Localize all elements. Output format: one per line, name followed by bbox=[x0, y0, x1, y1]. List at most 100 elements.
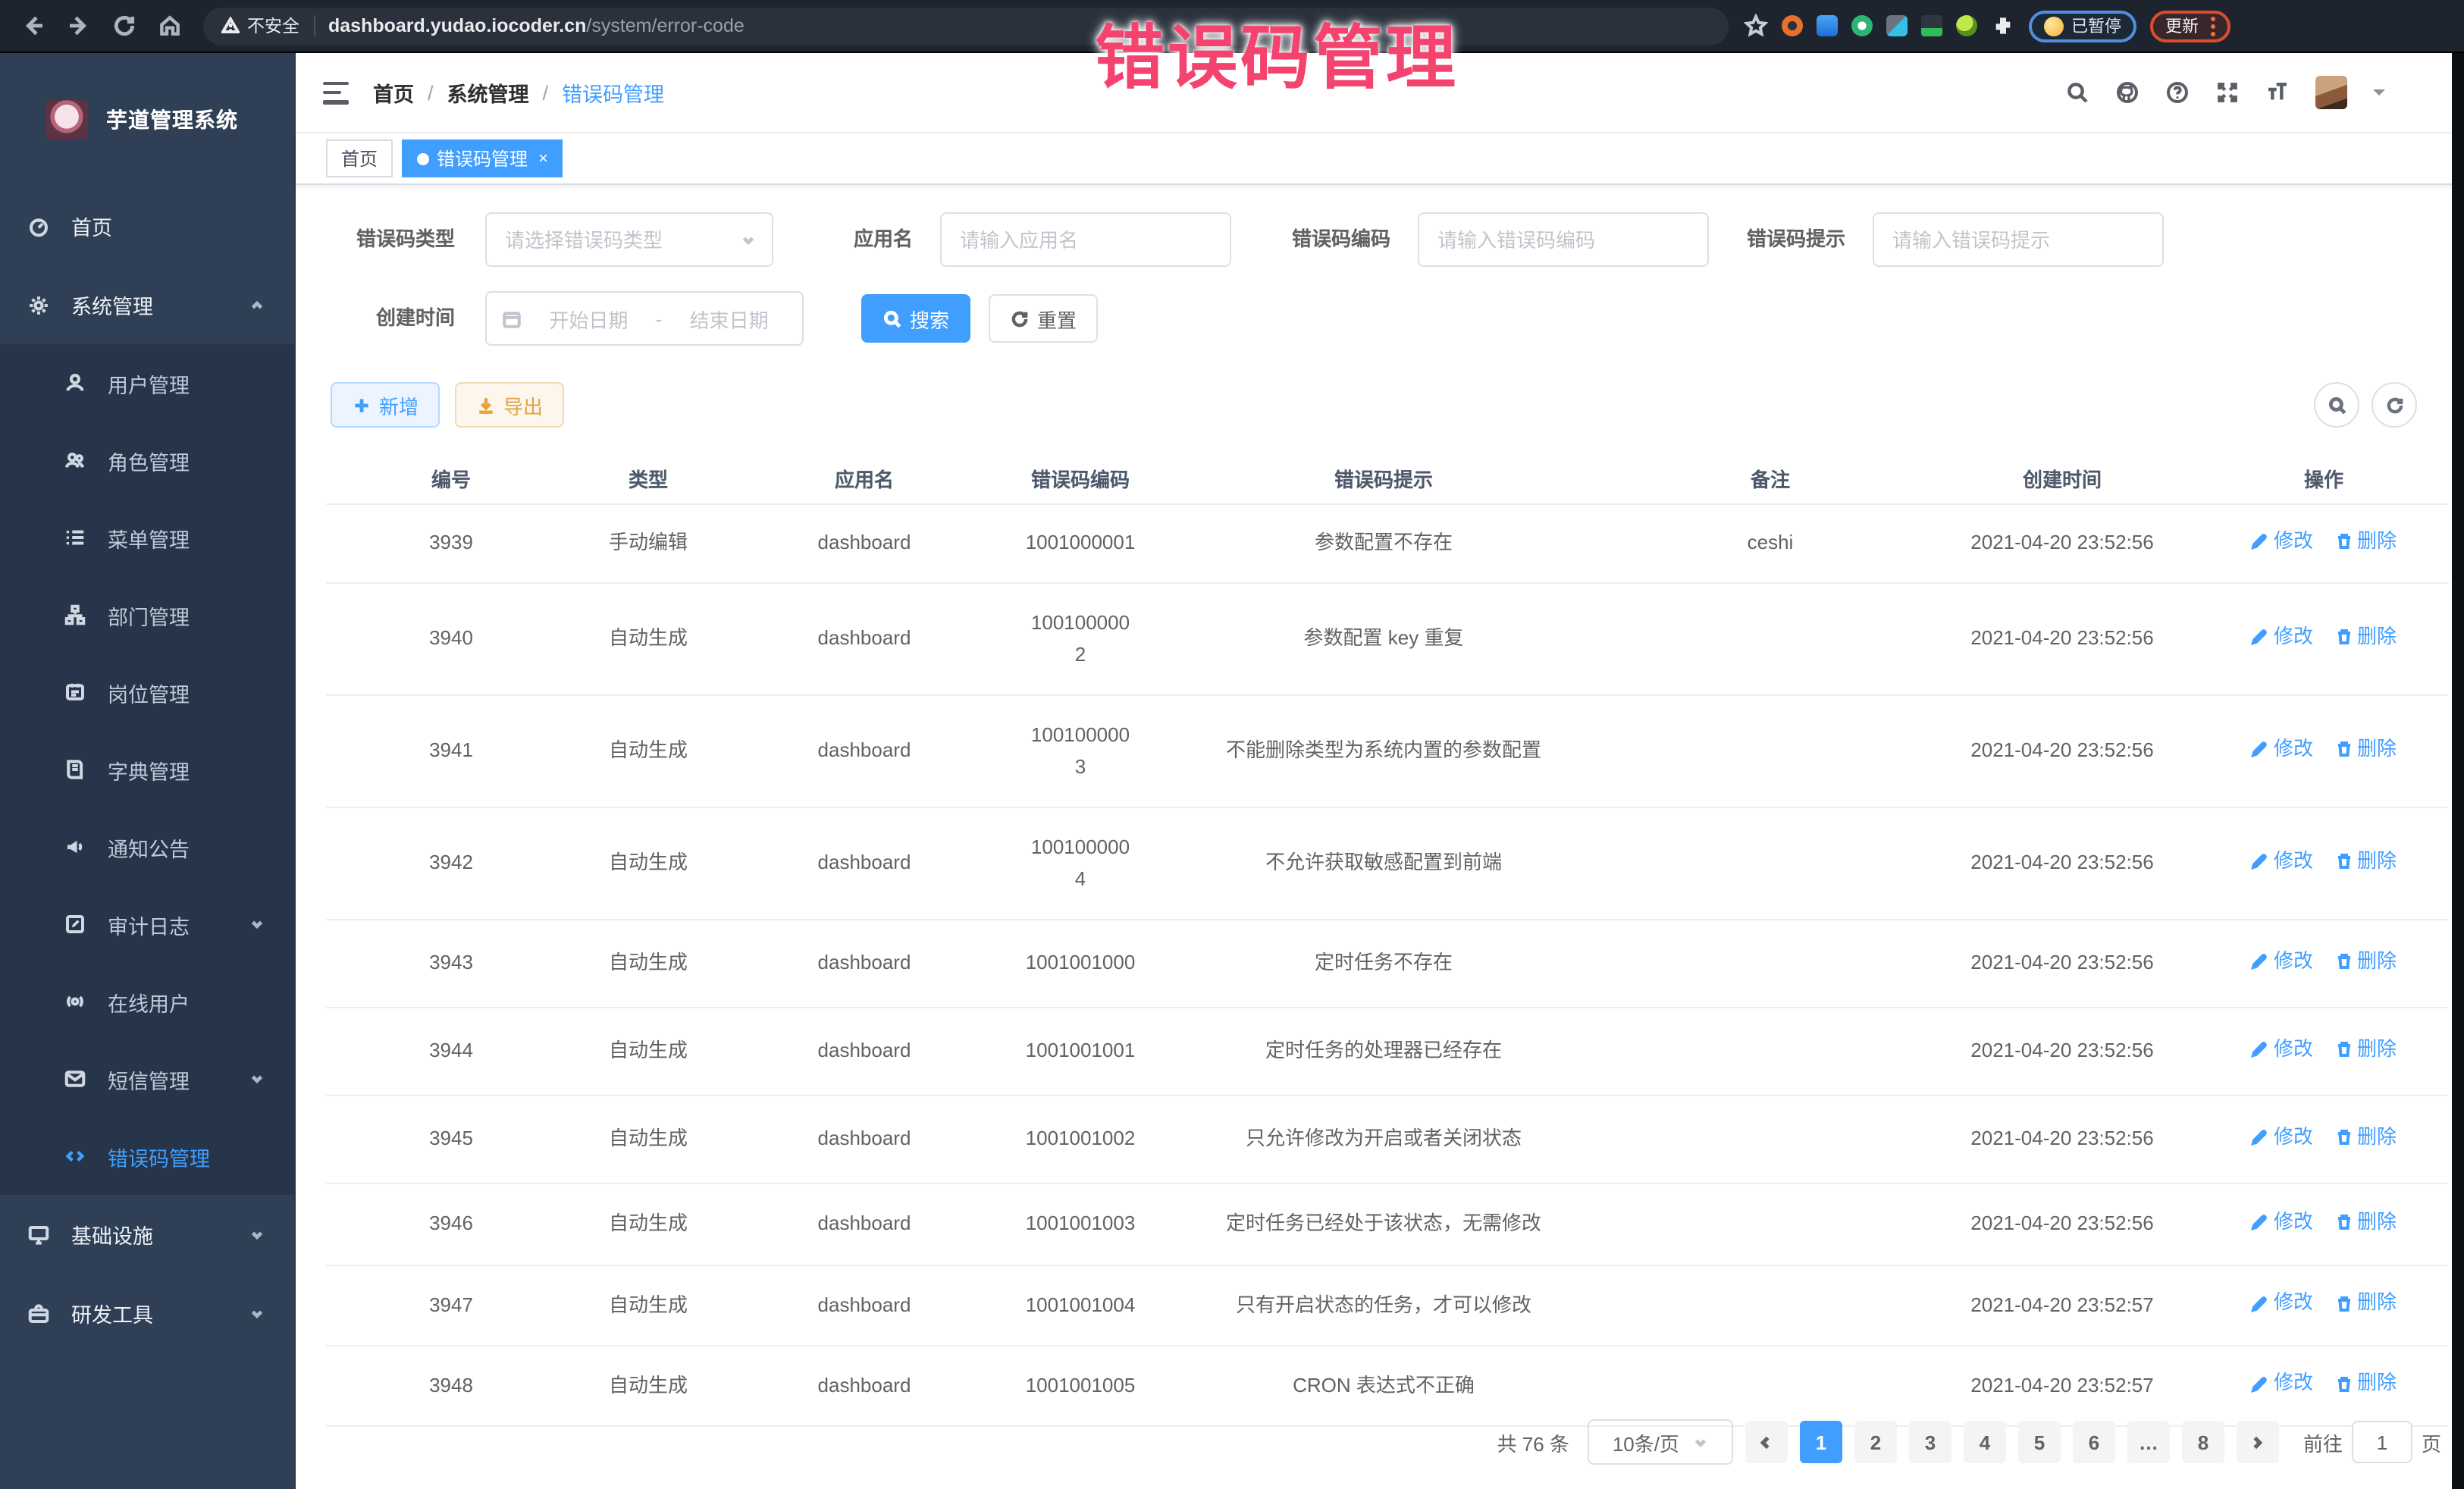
cell-msg: 定时任务不存在 bbox=[1152, 948, 1615, 980]
next-page-button[interactable] bbox=[2237, 1421, 2279, 1463]
reload-icon[interactable] bbox=[112, 14, 136, 38]
sidebar-item-4[interactable]: 菜单管理 bbox=[0, 499, 296, 576]
date-range-picker[interactable]: 开始日期 - 结束日期 bbox=[485, 291, 804, 346]
search-button[interactable]: 搜索 bbox=[861, 294, 970, 343]
page-button-4[interactable]: 4 bbox=[1964, 1421, 2006, 1463]
edit-link[interactable]: 修改 bbox=[2251, 946, 2313, 978]
delete-link[interactable]: 删除 bbox=[2334, 1122, 2397, 1154]
sidebar-item-3[interactable]: 角色管理 bbox=[0, 422, 296, 499]
book-icon bbox=[64, 758, 86, 781]
delete-link[interactable]: 删除 bbox=[2334, 622, 2397, 654]
browser-update-button[interactable]: 更新 bbox=[2150, 10, 2230, 42]
page-button-3[interactable]: 3 bbox=[1909, 1421, 1951, 1463]
bookmark-star-icon[interactable] bbox=[1744, 14, 1768, 38]
sidebar-item-1[interactable]: 系统管理 bbox=[0, 265, 296, 344]
delete-link[interactable]: 删除 bbox=[2334, 734, 2397, 766]
edit-link[interactable]: 修改 bbox=[2251, 734, 2313, 766]
tab-错误码管理[interactable]: 错误码管理 × bbox=[402, 139, 563, 177]
security-indicator[interactable]: 不安全 bbox=[221, 14, 299, 38]
sidebar-item-9[interactable]: 审计日志 bbox=[0, 886, 296, 963]
delete-link[interactable]: 删除 bbox=[2334, 1034, 2397, 1066]
font-size-icon[interactable] bbox=[2265, 80, 2290, 105]
tab-close-icon[interactable]: × bbox=[538, 149, 548, 168]
tab-首页[interactable]: 首页 bbox=[326, 139, 393, 177]
export-button[interactable]: 导出 bbox=[455, 382, 564, 428]
sidebar-item-2[interactable]: 用户管理 bbox=[0, 344, 296, 422]
back-icon[interactable] bbox=[21, 14, 45, 38]
profile-paused-badge[interactable]: 已暂停 bbox=[2029, 10, 2136, 42]
extension-icon[interactable] bbox=[1956, 15, 1977, 36]
sidebar-item-0[interactable]: 首页 bbox=[0, 187, 296, 265]
error-hint-input-field[interactable] bbox=[1874, 228, 2162, 251]
end-date-placeholder[interactable]: 结束日期 bbox=[671, 304, 787, 333]
user-menu-caret-icon[interactable] bbox=[2373, 89, 2385, 102]
prev-page-button[interactable] bbox=[1745, 1421, 1788, 1463]
col-id: 编号 bbox=[326, 465, 576, 497]
delete-link[interactable]: 删除 bbox=[2334, 1288, 2397, 1320]
delete-link[interactable]: 删除 bbox=[2334, 526, 2397, 558]
browser-menu-icon[interactable] bbox=[2211, 16, 2215, 36]
toggle-search-button[interactable] bbox=[2314, 382, 2359, 428]
sidebar-toggle-icon[interactable] bbox=[323, 81, 349, 104]
help-icon[interactable] bbox=[2165, 80, 2190, 105]
breadcrumb-section[interactable]: 系统管理 bbox=[447, 77, 529, 108]
app-logo-row[interactable]: 芋道管理系统 bbox=[0, 53, 296, 187]
sidebar-item-8[interactable]: 通知公告 bbox=[0, 808, 296, 886]
extension-icon[interactable] bbox=[1851, 15, 1873, 36]
app-name-input-field[interactable] bbox=[942, 228, 1230, 251]
edit-link[interactable]: 修改 bbox=[2251, 1034, 2313, 1066]
error-code-input[interactable] bbox=[1418, 212, 1709, 267]
page-ellipsis[interactable]: … bbox=[2127, 1421, 2170, 1463]
extension-icon[interactable] bbox=[1886, 15, 1908, 36]
delete-link[interactable]: 删除 bbox=[2334, 946, 2397, 978]
app-name-input[interactable] bbox=[940, 212, 1231, 267]
extension-icon[interactable] bbox=[1817, 15, 1838, 36]
error-type-select-input[interactable] bbox=[487, 228, 772, 251]
edit-link[interactable]: 修改 bbox=[2251, 526, 2313, 558]
edit-link[interactable]: 修改 bbox=[2251, 1207, 2313, 1239]
sidebar-item-5[interactable]: 部门管理 bbox=[0, 576, 296, 654]
address-bar[interactable]: 不安全 dashboard.yudao.iocoder.cn/system/er… bbox=[203, 7, 1729, 45]
edit-link[interactable]: 修改 bbox=[2251, 622, 2313, 654]
extension-icon[interactable] bbox=[1782, 15, 1803, 36]
sidebar-item-6[interactable]: 岗位管理 bbox=[0, 654, 296, 731]
page-button-8[interactable]: 8 bbox=[2182, 1421, 2224, 1463]
user-avatar[interactable] bbox=[2315, 76, 2347, 109]
home-icon[interactable] bbox=[158, 14, 182, 38]
edit-link[interactable]: 修改 bbox=[2251, 1122, 2313, 1154]
extension-icon[interactable] bbox=[1921, 15, 1942, 36]
edit-link[interactable]: 修改 bbox=[2251, 1368, 2313, 1400]
edit-link[interactable]: 修改 bbox=[2251, 846, 2313, 878]
sidebar-item-10[interactable]: 在线用户 bbox=[0, 963, 296, 1040]
delete-link[interactable]: 删除 bbox=[2334, 1368, 2397, 1400]
page-size-select[interactable]: 10条/页 bbox=[1588, 1419, 1733, 1465]
error-hint-input[interactable] bbox=[1873, 212, 2164, 267]
forward-icon[interactable] bbox=[67, 14, 91, 38]
sidebar-submenu: 用户管理 角色管理 菜单管理 部门管理 岗位管理 字典管理 通知公告 审计日志 … bbox=[0, 344, 296, 1195]
main-panel: 首页 / 系统管理 / 错误码管理 首页 bbox=[296, 53, 2464, 1489]
delete-link[interactable]: 删除 bbox=[2334, 846, 2397, 878]
refresh-table-button[interactable] bbox=[2372, 382, 2417, 428]
sidebar-item-13[interactable]: 基础设施 bbox=[0, 1195, 296, 1274]
reset-button[interactable]: 重置 bbox=[989, 294, 1098, 343]
sidebar-item-12[interactable]: 错误码管理 bbox=[0, 1118, 296, 1195]
start-date-placeholder[interactable]: 开始日期 bbox=[531, 304, 647, 333]
sidebar-item-14[interactable]: 研发工具 bbox=[0, 1274, 296, 1353]
sidebar-item-7[interactable]: 字典管理 bbox=[0, 731, 296, 808]
page-button-6[interactable]: 6 bbox=[2073, 1421, 2115, 1463]
add-button[interactable]: 新增 bbox=[331, 382, 440, 428]
breadcrumb-home[interactable]: 首页 bbox=[373, 77, 414, 108]
fullscreen-icon[interactable] bbox=[2215, 80, 2240, 105]
page-button-1[interactable]: 1 bbox=[1800, 1421, 1842, 1463]
error-type-select[interactable] bbox=[485, 212, 773, 267]
extensions-puzzle-icon[interactable] bbox=[1991, 14, 2015, 38]
error-code-input-field[interactable] bbox=[1419, 228, 1707, 251]
delete-link[interactable]: 删除 bbox=[2334, 1207, 2397, 1239]
sidebar-item-11[interactable]: 短信管理 bbox=[0, 1040, 296, 1118]
search-icon[interactable] bbox=[2065, 80, 2089, 105]
goto-page-input[interactable] bbox=[2352, 1421, 2412, 1463]
page-button-5[interactable]: 5 bbox=[2018, 1421, 2061, 1463]
edit-link[interactable]: 修改 bbox=[2251, 1288, 2313, 1320]
page-button-2[interactable]: 2 bbox=[1854, 1421, 1897, 1463]
github-icon[interactable] bbox=[2115, 80, 2140, 105]
